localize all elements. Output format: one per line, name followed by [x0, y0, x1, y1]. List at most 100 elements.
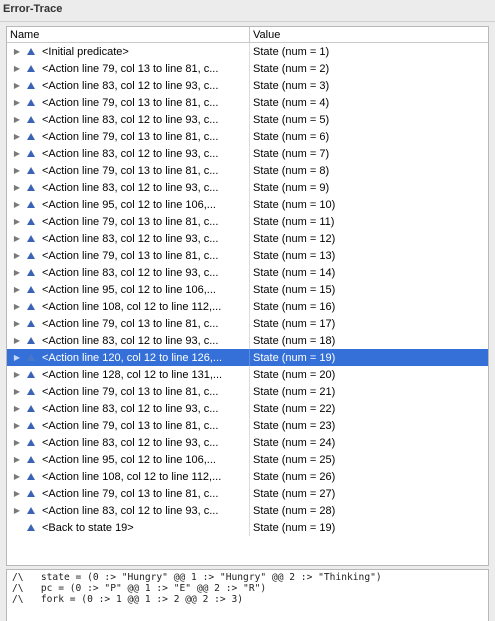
disclosure-triangle-icon[interactable]: ▶	[13, 485, 21, 502]
disclosure-triangle-icon[interactable]: ▶	[13, 94, 21, 111]
row-value-label: State (num = 24)	[253, 436, 336, 449]
table-row[interactable]: ▶ <Action line 95, col 12 to line 106,...…	[7, 451, 488, 468]
disclosure-triangle-icon[interactable]: ▶	[13, 43, 21, 60]
disclosure-triangle-icon[interactable]: ▶	[13, 247, 21, 264]
error-trace-window: Error-Trace Name Value ▶ <Initial predica…	[0, 0, 495, 621]
table-row[interactable]: ▶ <Action line 83, col 12 to line 93, c..…	[7, 502, 488, 519]
table-row[interactable]: ▶ <Action line 79, col 13 to line 81, c..…	[7, 247, 488, 264]
table-row[interactable]: ▶<Back to state 19>State (num = 19)	[7, 519, 488, 536]
row-value-label: State (num = 1)	[253, 45, 330, 58]
state-detail-panel[interactable]: /\ state = (0 :> "Hungry" @@ 1 :> "Hungr…	[6, 569, 489, 621]
table-row[interactable]: ▶ <Action line 79, col 13 to line 81, c..…	[7, 213, 488, 230]
name-cell: ▶ <Action line 79, col 13 to line 81, c..…	[7, 94, 250, 111]
table-row[interactable]: ▶ <Action line 128, col 12 to line 131,..…	[7, 366, 488, 383]
state-triangle-icon	[27, 116, 35, 123]
row-name-label: <Action line 95, col 12 to line 106,...	[42, 283, 216, 296]
table-row[interactable]: ▶ <Action line 83, col 12 to line 93, c..…	[7, 434, 488, 451]
table-row[interactable]: ▶ <Action line 83, col 12 to line 93, c..…	[7, 332, 488, 349]
state-triangle-icon	[27, 320, 35, 327]
table-row[interactable]: ▶ <Action line 83, col 12 to line 93, c..…	[7, 179, 488, 196]
name-cell: ▶ <Action line 108, col 12 to line 112,..…	[7, 298, 250, 315]
row-name-label: <Action line 79, col 13 to line 81, c...	[42, 385, 219, 398]
table-row[interactable]: ▶ <Action line 83, col 12 to line 93, c..…	[7, 230, 488, 247]
name-cell: ▶ <Action line 79, col 13 to line 81, c..…	[7, 485, 250, 502]
disclosure-triangle-icon[interactable]: ▶	[13, 400, 21, 417]
table-header: Name Value	[7, 27, 488, 43]
name-cell: ▶ <Action line 79, col 13 to line 81, c..…	[7, 162, 250, 179]
row-value-label: State (num = 7)	[253, 147, 330, 160]
disclosure-triangle-icon[interactable]: ▶	[13, 230, 21, 247]
table-row[interactable]: ▶ <Action line 79, col 13 to line 81, c..…	[7, 128, 488, 145]
row-name-label: <Back to state 19>	[42, 521, 134, 534]
table-row[interactable]: ▶ <Action line 108, col 12 to line 112,..…	[7, 298, 488, 315]
disclosure-triangle-icon[interactable]: ▶	[13, 366, 21, 383]
row-value-label: State (num = 18)	[253, 334, 336, 347]
table-row[interactable]: ▶ <Action line 79, col 13 to line 81, c..…	[7, 162, 488, 179]
row-value-label: State (num = 16)	[253, 300, 336, 313]
state-triangle-icon	[27, 99, 35, 106]
row-name-label: <Action line 79, col 13 to line 81, c...	[42, 164, 219, 177]
state-triangle-icon	[27, 507, 35, 514]
table-row[interactable]: ▶ <Action line 79, col 13 to line 81, c..…	[7, 94, 488, 111]
table-row[interactable]: ▶ <Action line 79, col 13 to line 81, c..…	[7, 315, 488, 332]
row-name-label: <Action line 79, col 13 to line 81, c...	[42, 317, 219, 330]
state-triangle-icon	[27, 524, 35, 531]
row-name-label: <Action line 83, col 12 to line 93, c...	[42, 181, 219, 194]
disclosure-triangle-icon[interactable]: ▶	[13, 332, 21, 349]
disclosure-triangle-icon[interactable]: ▶	[13, 111, 21, 128]
disclosure-triangle-icon[interactable]: ▶	[13, 196, 21, 213]
state-triangle-icon	[27, 286, 35, 293]
table-row[interactable]: ▶ <Action line 83, col 12 to line 93, c..…	[7, 111, 488, 128]
row-value-label: State (num = 9)	[253, 181, 330, 194]
state-triangle-icon	[27, 456, 35, 463]
disclosure-triangle-icon[interactable]: ▶	[13, 434, 21, 451]
disclosure-triangle-icon[interactable]: ▶	[13, 281, 21, 298]
row-value-label: State (num = 11)	[253, 215, 335, 228]
disclosure-triangle-icon[interactable]: ▶	[13, 298, 21, 315]
state-triangle-icon	[27, 269, 35, 276]
row-name-label: <Action line 95, col 12 to line 106,...	[42, 198, 216, 211]
table-row[interactable]: ▶ <Action line 83, col 12 to line 93, c..…	[7, 264, 488, 281]
table-row[interactable]: ▶ <Initial predicate> State (num = 1)	[7, 43, 488, 60]
disclosure-triangle-icon[interactable]: ▶	[13, 349, 21, 366]
table-row[interactable]: ▶ <Action line 79, col 13 to line 81, c..…	[7, 485, 488, 502]
name-cell: ▶ <Action line 79, col 13 to line 81, c..…	[7, 128, 250, 145]
column-header-value[interactable]: Value	[250, 27, 488, 43]
state-triangle-icon	[27, 490, 35, 497]
table-row[interactable]: ▶ <Action line 79, col 13 to line 81, c..…	[7, 60, 488, 77]
row-name-label: <Action line 83, col 12 to line 93, c...	[42, 147, 219, 160]
disclosure-triangle-icon[interactable]: ▶	[13, 383, 21, 400]
table-row[interactable]: ▶ <Action line 79, col 13 to line 81, c..…	[7, 383, 488, 400]
name-cell: ▶ <Action line 83, col 12 to line 93, c..…	[7, 145, 250, 162]
state-triangle-icon	[27, 473, 35, 480]
disclosure-triangle-icon[interactable]: ▶	[13, 128, 21, 145]
disclosure-triangle-icon[interactable]: ▶	[13, 179, 21, 196]
disclosure-triangle-icon[interactable]: ▶	[13, 264, 21, 281]
table-row[interactable]: ▶ <Action line 83, col 12 to line 93, c..…	[7, 77, 488, 94]
disclosure-triangle-icon[interactable]: ▶	[13, 77, 21, 94]
name-cell: ▶ <Action line 79, col 13 to line 81, c..…	[7, 315, 250, 332]
disclosure-triangle-icon[interactable]: ▶	[13, 468, 21, 485]
row-value-label: State (num = 2)	[253, 62, 330, 75]
table-row[interactable]: ▶ <Action line 79, col 13 to line 81, c..…	[7, 417, 488, 434]
row-value-label: State (num = 5)	[253, 113, 330, 126]
trace-table[interactable]: Name Value ▶ <Initial predicate> State (nu…	[6, 26, 489, 566]
table-row[interactable]: ▶ <Action line 120, col 12 to line 126,..…	[7, 349, 488, 366]
table-row[interactable]: ▶ <Action line 95, col 12 to line 106,...…	[7, 196, 488, 213]
table-row[interactable]: ▶ <Action line 95, col 12 to line 106,...…	[7, 281, 488, 298]
table-row[interactable]: ▶ <Action line 108, col 12 to line 112,..…	[7, 468, 488, 485]
table-row[interactable]: ▶ <Action line 83, col 12 to line 93, c..…	[7, 145, 488, 162]
disclosure-triangle-icon[interactable]: ▶	[13, 213, 21, 230]
disclosure-triangle-icon[interactable]: ▶	[13, 502, 21, 519]
state-triangle-icon	[27, 371, 35, 378]
column-header-name[interactable]: Name	[7, 27, 250, 43]
disclosure-triangle-icon[interactable]: ▶	[13, 60, 21, 77]
disclosure-triangle-icon[interactable]: ▶	[13, 451, 21, 468]
table-row[interactable]: ▶ <Action line 83, col 12 to line 93, c..…	[7, 400, 488, 417]
detail-line: /\ fork = (0 :> 1 @@ 1 :> 2 @@ 2 :> 3)	[12, 594, 244, 605]
disclosure-triangle-icon[interactable]: ▶	[13, 417, 21, 434]
window-title: Error-Trace	[0, 0, 495, 22]
disclosure-triangle-icon[interactable]: ▶	[13, 315, 21, 332]
disclosure-triangle-icon[interactable]: ▶	[13, 162, 21, 179]
disclosure-triangle-icon[interactable]: ▶	[13, 145, 21, 162]
